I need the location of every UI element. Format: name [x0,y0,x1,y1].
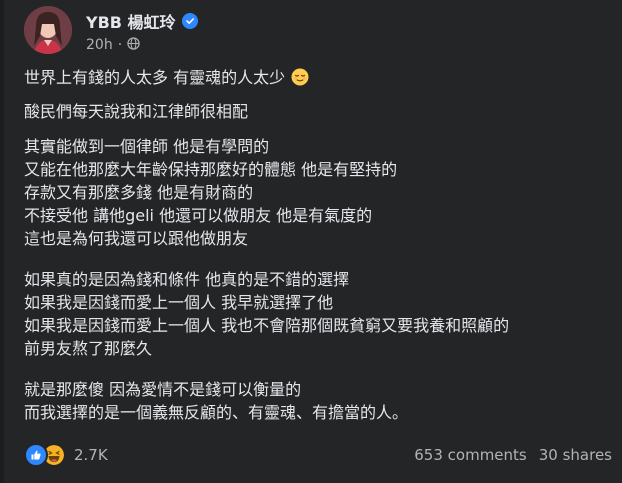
post-line: 不接受他 講他geli 他還可以做朋友 他是有氣度的 [24,206,373,225]
facebook-post: YBB 楊虹玲 20h · 世界上有錢的人太多 有靈魂的人太少 酸民們每天說我和… [14,0,614,483]
comments-count[interactable]: 653 comments [414,446,526,464]
post-line: 如果真的是因為錢和條件 他真的是不錯的選擇 [24,270,350,289]
post-meta: 20h · [86,36,140,54]
post-line: 如果我是因錢而愛上一個人 我也不會陪那個既貧窮又要我養和照顧的 [24,316,510,335]
post-line: 其實能做到一個律師 他是有學問的 [24,137,270,156]
post-line: 如果我是因錢而愛上一個人 我早就選擇了他 [24,293,334,312]
post-line: 又能在他那麼大年齡保持那麼好的體態 他是有堅持的 [24,160,398,179]
reactions-summary[interactable]: 2.7K [24,443,108,467]
post-line: 而我選擇的是一個義無反顧的、有靈魂、有擔當的人。 [24,403,409,422]
post-paragraph-3: 其實能做到一個律師 他是有學問的 又能在他那麼大年齡保持那麼好的體態 他是有堅持… [24,135,397,250]
post-paragraph-4: 如果真的是因為錢和條件 他真的是不錯的選擇 如果我是因錢而愛上一個人 我早就選擇… [24,268,509,360]
reaction-count: 2.7K [74,446,108,464]
post-header: YBB 楊虹玲 20h · [24,6,604,58]
author-name[interactable]: YBB 楊虹玲 [86,9,176,33]
post-line: 這也是為何我還可以跟他做朋友 [24,229,249,248]
post-timestamp[interactable]: 20h [86,37,113,53]
post-line: 存款又有那麼多錢 他是有財商的 [24,183,254,202]
post-paragraph-1: 世界上有錢的人太多 有靈魂的人太少 [24,66,309,92]
post-line: 酸民們每天說我和江律師很相配 [24,102,249,121]
avatar-photo [24,6,72,54]
post-footer: 2.7K 653 comments 30 shares [24,438,612,472]
meta-separator: · [117,37,123,53]
globe-icon[interactable] [127,36,140,54]
relieved-face-icon [291,68,309,92]
like-icon [24,443,48,467]
post-line: 前男友熬了那麼久 [24,339,153,358]
post-line: 就是那麼傻 因為愛情不是錢可以衡量的 [24,380,302,399]
author-name-row: YBB 楊虹玲 [86,10,198,32]
shares-count[interactable]: 30 shares [539,446,612,464]
post-paragraph-2: 酸民們每天說我和江律師很相配 [24,100,248,123]
post-line: 世界上有錢的人太多 有靈魂的人太少 [24,66,309,92]
feed-edge [0,0,4,483]
author-avatar[interactable] [24,6,72,54]
engagement-stats: 653 comments 30 shares [414,446,612,464]
verified-badge-icon [181,13,198,29]
post-paragraph-5: 就是那麼傻 因為愛情不是錢可以衡量的 而我選擇的是一個義無反顧的、有靈魂、有擔當… [24,378,408,424]
